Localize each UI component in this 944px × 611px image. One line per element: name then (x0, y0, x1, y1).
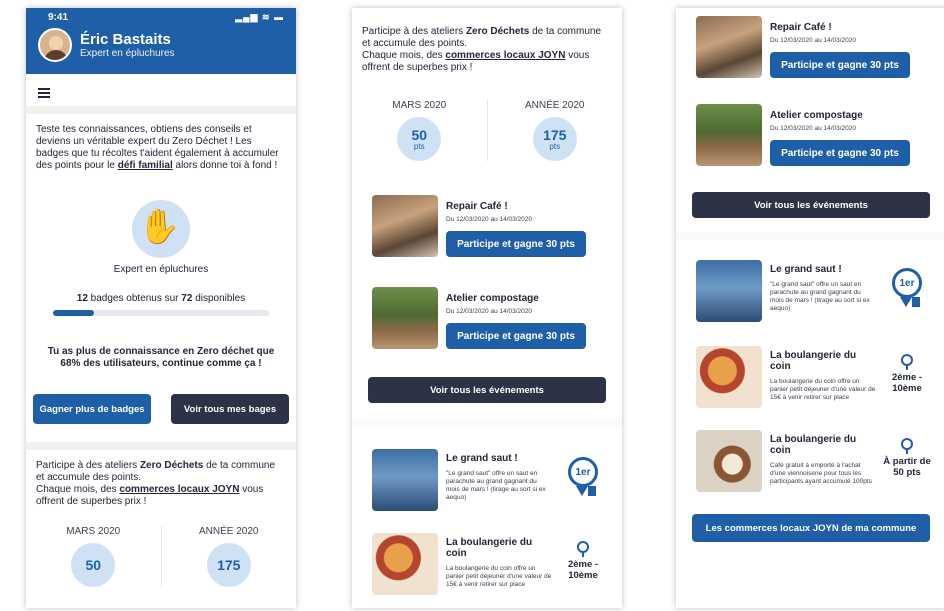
commerces-link[interactable]: commerces locaux JOYN (445, 50, 565, 61)
event-card: Atelier compostage Du 12/03/2020 au 14/0… (676, 104, 944, 166)
user-profile[interactable]: Éric Bastaits Expert en épluchures (26, 26, 296, 64)
event-title: Atelier compostage (446, 293, 539, 304)
event-title: Repair Café ! (446, 201, 508, 212)
reward-photo (696, 346, 762, 408)
year-points: 175 (206, 543, 251, 587)
reward-description: "Le grand saut" offre un saut en parachu… (446, 470, 546, 501)
event-title: Repair Café ! (770, 22, 832, 33)
event-card: Repair Café ! Du 12/03/2020 au 14/03/202… (352, 195, 622, 257)
all-badges-button[interactable]: Voir tous mes bages (171, 394, 289, 424)
points-stats: MARS 2020 50 pts ANNÉE 2020 175 pts (352, 100, 622, 161)
app-header: 9:41 ▂▄▆ ≋ ▬ Éric Bastaits Expert en épl… (26, 8, 296, 74)
reward-photo (372, 449, 438, 511)
reward-title: Le grand saut ! (770, 264, 842, 275)
event-photo (696, 16, 762, 78)
event-card: Atelier compostage Du 12/03/2020 au 14/0… (352, 287, 622, 349)
month-label: MARS 2020 (392, 100, 447, 111)
events-intro: Participe à des ateliers Zero Déchets de… (36, 460, 276, 507)
events-intro: Participe à des ateliers Zero Déchets de… (362, 26, 602, 73)
reward-card: Le grand saut ! "Le grand saut" offre un… (676, 260, 944, 322)
reward-title: La boulangerie du coin (770, 350, 857, 372)
reward-photo (372, 533, 438, 595)
section-divider (352, 419, 622, 427)
reward-photo (696, 260, 762, 322)
month-points: 50 (71, 543, 116, 587)
commerces-link[interactable]: commerces locaux JOYN (119, 484, 239, 495)
reward-description: "Le grand saut" offre un saut en parachu… (770, 281, 870, 312)
year-label: ANNÉE 2020 (525, 100, 585, 111)
year-label: ANNÉE 2020 (199, 526, 259, 537)
event-photo (372, 287, 438, 349)
phone-screen-rewards: Repair Café ! Du 12/03/2020 au 14/03/202… (676, 8, 944, 608)
reward-card: La boulangerie du coin La boulangerie du… (352, 533, 622, 595)
participate-button[interactable]: Participe et gagne 30 pts (770, 52, 910, 78)
reward-rank: À partir de 50 pts (883, 456, 931, 478)
points-stats: MARS 2020 50 ANNÉE 2020 175 (26, 526, 296, 587)
peeler-hand-icon: ✋ (138, 208, 181, 246)
medal-icon (577, 541, 589, 557)
section-divider (26, 442, 296, 450)
reward-card: Le grand saut ! "Le grand saut" offre un… (352, 449, 622, 511)
event-photo (696, 104, 762, 166)
badges-intro: Teste tes connaissances, obtiens des con… (36, 124, 279, 171)
first-place-rosette-icon: 1er (892, 268, 922, 307)
year-points: 175 pts (532, 117, 577, 161)
reward-description: La boulangerie du coin offre un panier p… (770, 378, 876, 401)
participate-button[interactable]: Participe et gagne 30 pts (770, 140, 910, 166)
first-place-rosette-icon: 1er (568, 457, 598, 496)
badges-progress-fill (53, 310, 95, 316)
participate-button[interactable]: Participe et gagne 30 pts (446, 231, 586, 257)
reward-card: La boulangerie du coin Café gratuit à em… (676, 430, 944, 492)
badges-count: 12 badges obtenus sur 72 disponibles (76, 293, 246, 304)
month-points: 50 pts (397, 117, 442, 161)
section-divider (26, 106, 296, 114)
more-badges-button[interactable]: Gagner plus de badges (33, 394, 151, 424)
event-card: Repair Café ! Du 12/03/2020 au 14/03/202… (676, 16, 944, 78)
user-title: Expert en épluchures (80, 48, 175, 59)
hamburger-menu-icon[interactable] (38, 88, 50, 98)
event-title: Atelier compostage (770, 110, 863, 121)
month-label: MARS 2020 (66, 526, 121, 537)
section-divider (676, 232, 944, 240)
event-date: Du 12/03/2020 au 14/03/2020 (770, 37, 857, 44)
event-date: Du 12/03/2020 au 14/03/2020 (446, 308, 533, 315)
reward-title: La boulangerie du coin (446, 537, 533, 559)
event-date: Du 12/03/2020 au 14/03/2020 (446, 216, 533, 223)
signal-wifi-battery-icon: ▂▄▆ ≋ ▬ (235, 11, 284, 22)
defi-familial-link[interactable]: défi familial (118, 160, 173, 171)
motivation-text: Tu as plus de connaissance en Zero déche… (47, 346, 275, 369)
reward-description: Café gratuit à emporté à l'achat d'une v… (770, 462, 872, 485)
all-events-button[interactable]: Voir tous les événements (368, 377, 606, 403)
badge-illustration[interactable]: ✋ (132, 200, 190, 258)
participate-button[interactable]: Participe et gagne 30 pts (446, 323, 586, 349)
avatar (38, 28, 72, 62)
status-bar: 9:41 ▂▄▆ ≋ ▬ (26, 8, 296, 26)
event-date: Du 12/03/2020 au 14/03/2020 (770, 125, 857, 132)
reward-rank: 2ème - 10ème (567, 559, 599, 581)
medal-icon (901, 354, 913, 370)
badges-progress-bar (53, 310, 269, 316)
local-shops-button[interactable]: Les commerces locaux JOYN de ma commune (692, 514, 930, 542)
reward-title: Le grand saut ! (446, 453, 518, 464)
medal-icon (901, 438, 913, 454)
status-time: 9:41 (48, 11, 69, 23)
reward-photo (696, 430, 762, 492)
event-photo (372, 195, 438, 257)
user-name: Éric Bastaits (80, 31, 171, 48)
badge-label: Expert en épluchures (113, 264, 209, 275)
phone-screen-profile: 9:41 ▂▄▆ ≋ ▬ Éric Bastaits Expert en épl… (26, 8, 296, 608)
reward-rank: 2ème - 10ème (891, 372, 923, 394)
reward-description: La boulangerie du coin offre un panier p… (446, 565, 552, 588)
reward-card: La boulangerie du coin La boulangerie du… (676, 346, 944, 408)
all-events-button[interactable]: Voir tous les événements (692, 192, 930, 218)
reward-title: La boulangerie du coin (770, 434, 857, 456)
phone-screen-events: Participe à des ateliers Zero Déchets de… (352, 8, 622, 608)
